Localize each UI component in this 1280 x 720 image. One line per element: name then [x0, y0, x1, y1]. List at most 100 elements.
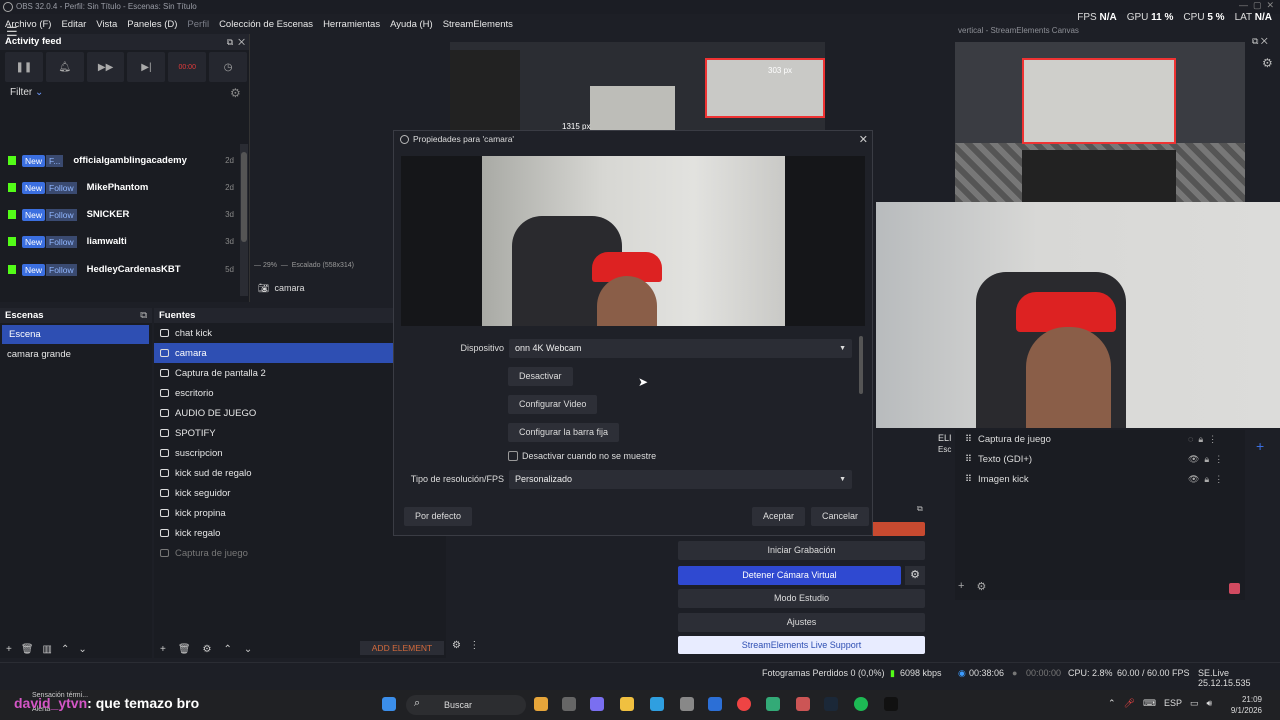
scene-item[interactable]: Escena [2, 325, 149, 344]
device-dropdown[interactable]: onn 4K Webcam ▼ [509, 339, 852, 358]
vertical-source-item[interactable]: ⠿ Captura de juego ◌ 🔒︎ ⋮ [965, 434, 1217, 445]
stop-virtual-camera-button[interactable]: Detener Cámara Virtual [678, 566, 901, 585]
live-support-button[interactable]: StreamElements Live Support [678, 636, 925, 654]
window-controls[interactable]: — ▢ ✕ [1239, 0, 1274, 11]
menu-herramientas[interactable]: Herramientas [318, 19, 385, 30]
bell-icon[interactable]: 🔔︎ [45, 52, 84, 82]
dialog-scrollbar[interactable] [859, 336, 863, 394]
source-item[interactable]: Captura de juego [154, 543, 446, 563]
task-view-icon[interactable] [562, 697, 576, 711]
add-icon[interactable]: + [1256, 438, 1264, 454]
gear-icon[interactable]: ⚙ [976, 580, 986, 593]
mic-icon[interactable]: 🎤︎ [1124, 698, 1135, 709]
spotify-icon[interactable] [854, 697, 868, 711]
mail-icon[interactable] [708, 697, 722, 711]
deactivate-when-hidden-checkbox[interactable] [508, 451, 518, 461]
next-icon[interactable]: ▶| [127, 52, 166, 82]
visibility-icon[interactable]: ◌ 🔒︎ ⋮ [1188, 434, 1248, 445]
menu-paneles[interactable]: Paneles (D) [122, 19, 182, 30]
widgets-icon[interactable] [534, 697, 548, 711]
feed-item[interactable]: New F... officialgamblingacademy 2d [0, 147, 238, 174]
menu-perfil[interactable]: Perfil [182, 19, 214, 30]
clock-icon[interactable]: ◷ [209, 52, 247, 82]
filter-icon[interactable]: ▥ [43, 644, 52, 655]
gear-icon[interactable]: ⚙ [905, 566, 925, 585]
steam-icon[interactable] [824, 697, 838, 711]
accept-button[interactable]: Aceptar [752, 507, 806, 526]
drag-handle-icon[interactable]: ⠿ [965, 434, 972, 445]
cancel-button[interactable]: Cancelar [811, 507, 870, 526]
vertical-source-item[interactable]: ⠿ Texto (GDI+) 👁︎ 🔒︎ ⋮ [965, 454, 1223, 465]
configure-crossbar-button[interactable]: Configurar la barra fija [508, 423, 620, 442]
add-source-icon[interactable]: + [958, 580, 964, 593]
language-indicator[interactable]: ESP [1164, 698, 1182, 709]
visibility-icon[interactable]: 👁︎ 🔒︎ ⋮ [1188, 454, 1248, 465]
add-scene-icon[interactable]: + [6, 644, 12, 655]
vertical-camera-source[interactable] [1022, 58, 1176, 144]
add-element-button[interactable]: ADD ELEMENT [360, 641, 444, 655]
tiktok-icon[interactable] [884, 697, 898, 711]
menu-vista[interactable]: Vista [91, 19, 122, 30]
volume-icon[interactable]: 🔊︎ [1207, 698, 1213, 709]
vertical-source-item[interactable]: ⠿ Imagen kick 👁︎ 🔒︎ ⋮ [965, 474, 1223, 485]
drag-handle-icon[interactable]: ⠿ [965, 454, 972, 465]
filter-dropdown[interactable]: Filter ⌄ [10, 87, 43, 98]
obs-taskbar-icon[interactable] [796, 697, 810, 711]
move-up-icon[interactable]: ⌃ [224, 644, 232, 655]
dock-controls[interactable]: ⧉ ✕ [227, 34, 245, 50]
move-down-icon[interactable]: ⌄ [244, 644, 252, 655]
gear-icon[interactable]: ⚙ [203, 644, 212, 655]
terminal-icon[interactable] [766, 697, 780, 711]
edge-icon[interactable] [650, 697, 664, 711]
dock-float-icon[interactable]: ⧉ [917, 504, 923, 514]
tray-expand-icon[interactable]: ⌃ [1108, 698, 1116, 709]
hamburger-menu-icon[interactable]: ☰ [6, 24, 18, 40]
skip-icon[interactable]: ▶▶ [86, 52, 125, 82]
close-icon[interactable]: ✕ [859, 132, 868, 149]
store-icon[interactable] [680, 697, 694, 711]
deactivate-button[interactable]: Desactivar [508, 367, 573, 386]
defaults-button[interactable]: Por defecto [404, 507, 473, 526]
gear-icon[interactable]: ⚙ [1262, 56, 1273, 70]
drag-handle-icon[interactable]: ⠿ [965, 474, 972, 485]
copilot-icon[interactable] [590, 697, 604, 711]
input-icon[interactable]: ⌨ [1143, 698, 1156, 709]
record-indicator-icon[interactable] [1229, 583, 1240, 594]
studio-mode-button[interactable]: Modo Estudio [678, 589, 925, 608]
settings-icon[interactable]: ⚙ [452, 640, 461, 651]
feed-item[interactable]: New Follow MikePhantom 2d [0, 174, 238, 201]
gear-icon[interactable]: ⚙ [230, 86, 241, 100]
menu-editar[interactable]: Editar [56, 19, 91, 30]
menu-coleccion[interactable]: Colección de Escenas [214, 19, 318, 30]
feed-item[interactable]: New Follow HedleyCardenasKBT 5d [0, 256, 238, 283]
trash-icon[interactable]: 🗑︎ [178, 644, 191, 655]
globe-icon [160, 509, 169, 517]
more-icon[interactable]: ⋮ [469, 640, 479, 651]
feed-item[interactable]: New Follow SNICKER 3d [0, 201, 238, 228]
move-up-icon[interactable]: ⌃ [61, 644, 69, 655]
windows-start-icon[interactable] [382, 697, 396, 711]
settings-button[interactable]: Ajustes [678, 613, 925, 632]
feed-scrollbar[interactable] [240, 144, 248, 296]
chrome-icon[interactable] [737, 697, 751, 711]
scene-item[interactable]: camara grande [0, 345, 152, 364]
configure-video-button[interactable]: Configurar Video [508, 395, 598, 414]
taskbar-clock[interactable]: 21:09 9/1/2026 [1231, 694, 1262, 716]
taskbar-search[interactable]: Buscar [406, 695, 526, 715]
dock-float-icon[interactable]: ⧉ [140, 308, 147, 323]
network-icon[interactable]: ▭ [1190, 698, 1199, 709]
window-title: OBS 32.0.4 - Perfil: Sin Título - Escena… [16, 2, 197, 11]
menu-streamelements[interactable]: StreamElements [438, 19, 518, 30]
rec-icon: ● [1012, 668, 1018, 678]
dock-controls[interactable]: ⧉ ✕ [1252, 36, 1268, 47]
move-down-icon[interactable]: ⌄ [78, 644, 86, 655]
add-source-icon[interactable]: + [160, 644, 166, 655]
resolution-dropdown[interactable]: Personalizado ▼ [509, 470, 852, 489]
feed-item[interactable]: New Follow liamwalti 3d [0, 228, 238, 255]
pause-icon[interactable]: ❚❚ [5, 52, 43, 82]
trash-icon[interactable]: 🗑︎ [21, 644, 34, 655]
start-recording-button[interactable]: Iniciar Grabación [678, 541, 925, 560]
menu-ayuda[interactable]: Ayuda (H) [385, 19, 438, 30]
visibility-icon[interactable]: 👁︎ 🔒︎ ⋮ [1188, 474, 1248, 485]
file-explorer-icon[interactable] [620, 697, 634, 711]
